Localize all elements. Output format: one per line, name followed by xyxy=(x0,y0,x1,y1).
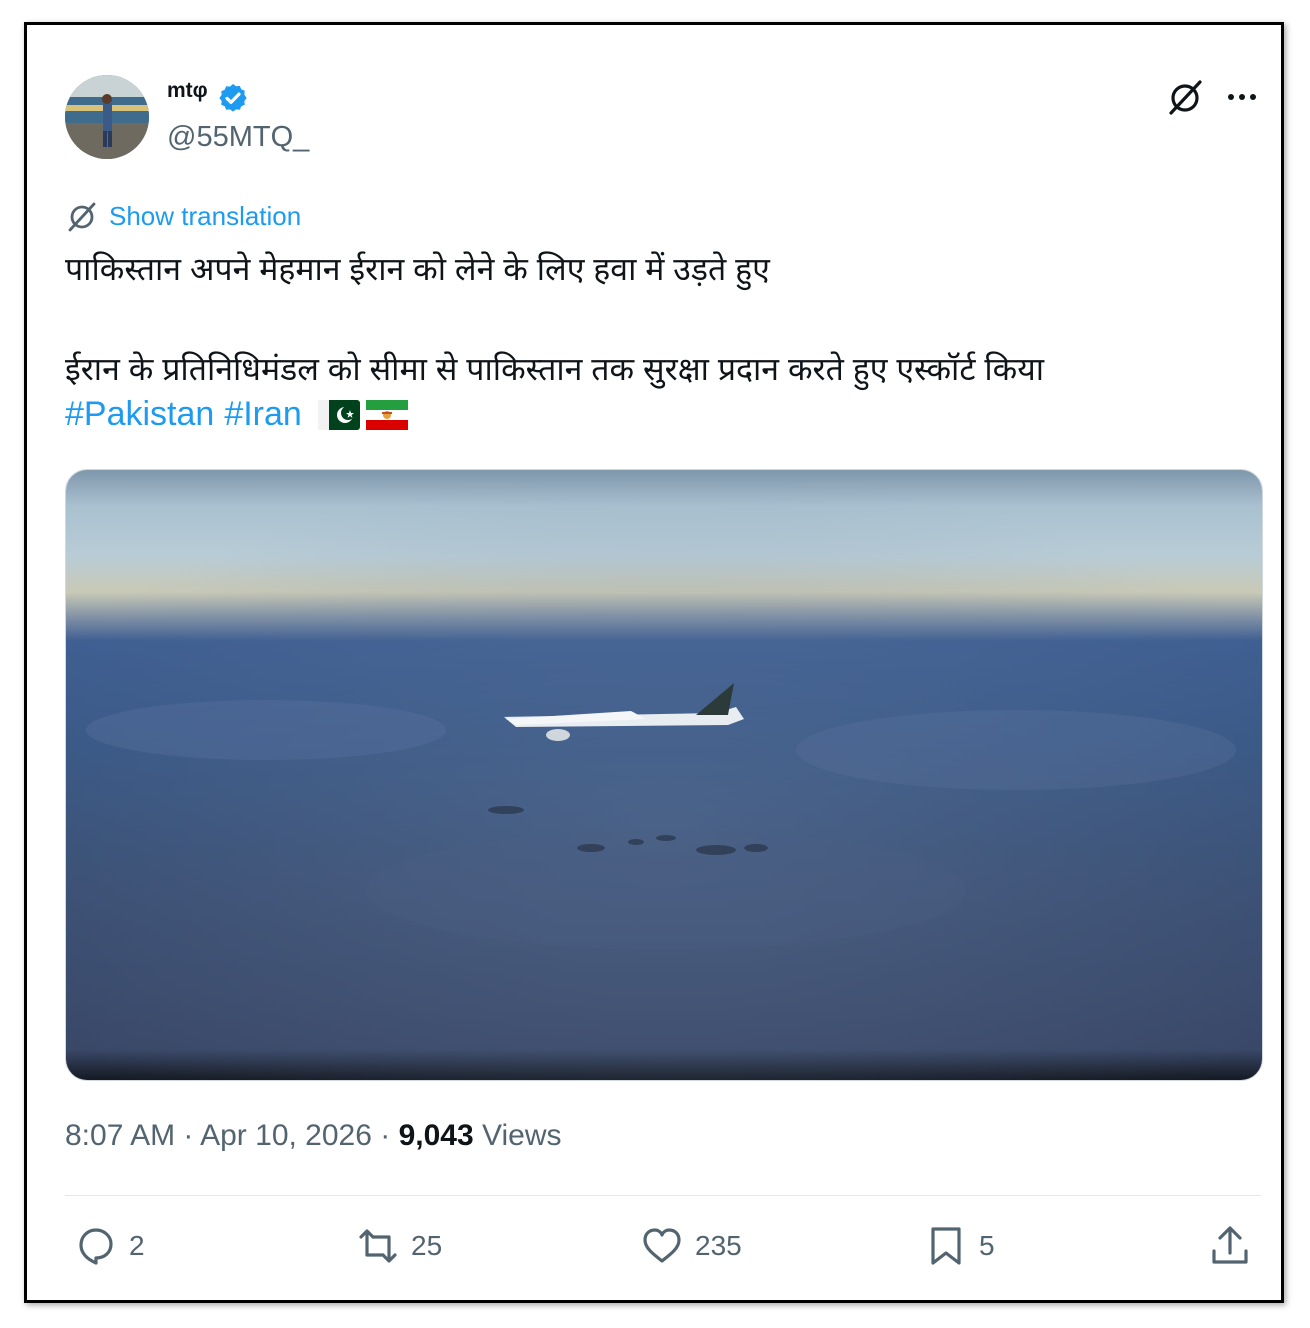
display-name[interactable]: mtφ xyxy=(167,79,208,103)
tweet-text-line-1: पाकिस्तान अपने मेहमान ईरान को लेने के लि… xyxy=(65,251,770,287)
repost-count: 25 xyxy=(411,1230,443,1261)
user-handle[interactable]: @55MTQ_ xyxy=(167,121,309,154)
bookmark-button[interactable]: 5 xyxy=(923,1223,995,1269)
meta-separator: · xyxy=(380,1119,391,1152)
views-count: 9,043 xyxy=(398,1119,474,1152)
tweet-text-line-2: ईरान के प्रतिनिधिमंडल को सीमा से पाकिस्त… xyxy=(65,351,1045,387)
verified-badge-icon xyxy=(219,84,247,112)
reply-icon xyxy=(79,1228,113,1265)
translate-icon xyxy=(68,202,96,232)
hashtag-pakistan[interactable]: #Pakistan xyxy=(65,395,214,434)
reply-count: 2 xyxy=(129,1230,145,1261)
hashtag-row: #Pakistan #Iran xyxy=(65,395,408,434)
pakistan-flag-icon xyxy=(317,399,360,430)
heart-icon xyxy=(643,1228,681,1263)
show-translation-label: Show translation xyxy=(109,200,302,231)
repost-icon xyxy=(359,1229,397,1263)
tweet-card: mtφ @55MTQ_ Show translation पाकिस्तान अ… xyxy=(24,22,1284,1303)
show-translation-button[interactable]: Show translation xyxy=(65,199,301,233)
share-button[interactable] xyxy=(1207,1223,1253,1269)
tweet-date[interactable]: Apr 10, 2026 xyxy=(200,1119,372,1152)
divider xyxy=(65,1195,1261,1196)
like-count: 235 xyxy=(695,1230,742,1261)
reply-button[interactable]: 2 xyxy=(73,1223,145,1269)
iran-flag-icon xyxy=(365,399,408,430)
tweet-video[interactable] xyxy=(65,469,1263,1081)
avatar-image xyxy=(65,75,149,159)
share-icon xyxy=(1212,1226,1248,1264)
bookmark-count: 5 xyxy=(979,1230,995,1261)
more-options-icon[interactable] xyxy=(1224,85,1260,109)
airplane-in-sky-image xyxy=(66,470,1262,1080)
grok-icon[interactable] xyxy=(1165,77,1205,117)
bookmark-icon xyxy=(931,1227,961,1265)
tweet-metadata: 8:07 AM · Apr 10, 2026 · 9,043 Views xyxy=(65,1119,562,1153)
avatar[interactable] xyxy=(65,75,149,159)
views-label: Views xyxy=(482,1119,562,1152)
meta-separator: · xyxy=(183,1119,194,1152)
tweet-time[interactable]: 8:07 AM xyxy=(65,1119,175,1152)
repost-button[interactable]: 25 xyxy=(355,1223,442,1269)
like-button[interactable]: 235 xyxy=(639,1223,742,1269)
hashtag-iran[interactable]: #Iran xyxy=(224,395,302,434)
